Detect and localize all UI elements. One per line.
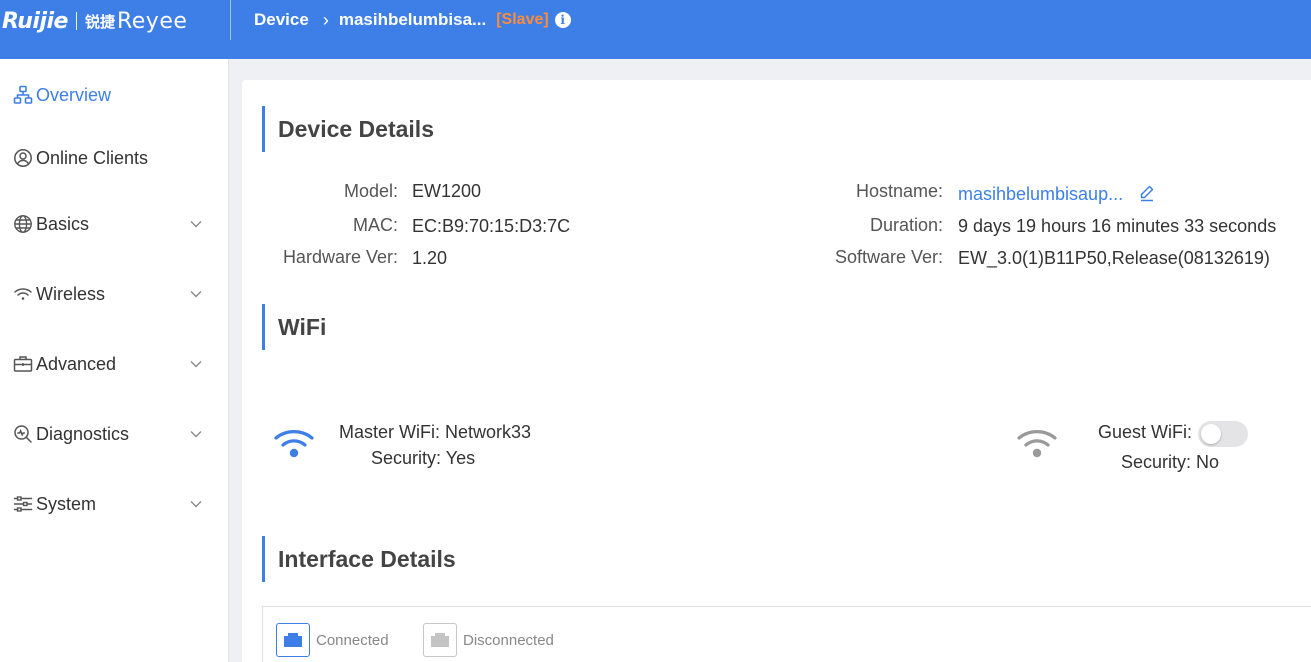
guest-security-row: Security: No [1121, 452, 1219, 473]
breadcrumb: Device › masihbelumbisa... [Slave] i [254, 9, 571, 31]
sidebar-item-overview[interactable]: Overview [0, 77, 229, 113]
wifi-icon [13, 284, 33, 304]
guest-wifi-toggle[interactable] [1198, 421, 1248, 447]
master-security-label: Security: [371, 448, 442, 468]
master-wifi-ssid: Network33 [445, 422, 532, 442]
interface-details-box: Connected Disconnected [262, 606, 1311, 662]
model-value: EW1200 [412, 181, 482, 201]
toggle-knob [1201, 424, 1221, 444]
edit-pencil-icon[interactable] [1138, 184, 1156, 202]
mac-label: MAC: [353, 215, 398, 235]
software-ver-label: Software Ver: [834, 247, 943, 267]
hardware-ver-label: Hardware Ver: [282, 247, 398, 267]
duration-label: Duration: [869, 215, 943, 235]
chevron-down-icon[interactable] [188, 496, 204, 512]
chevron-right-icon: › [322, 9, 329, 30]
sidebar-item-diagnostics[interactable]: Diagnostics [0, 416, 229, 452]
topology-icon [13, 85, 33, 105]
top-header: Ruijie 锐捷 Reyee Device › masihbelumbisa.… [0, 0, 1311, 59]
duration-value: 9 days 19 hours 16 minutes 33 seconds [958, 216, 1277, 236]
master-security-value: Yes [445, 448, 476, 468]
logo-cn: 锐捷 [84, 13, 115, 31]
header-divider [230, 0, 231, 40]
toolbox-icon [13, 354, 33, 374]
user-circle-icon [13, 148, 33, 168]
globe-icon [13, 214, 33, 234]
ethernet-port-connected-icon [276, 623, 310, 657]
sidebar-item-label: Diagnostics [36, 423, 130, 444]
legend-disconnected-label: Disconnected [463, 631, 554, 649]
legend-disconnected: Disconnected [423, 623, 554, 657]
brand-logo: Ruijie 锐捷 Reyee [2, 6, 187, 36]
guest-security-value: No [1196, 452, 1220, 472]
sidebar-item-label: Overview [36, 84, 112, 105]
sidebar-item-label: Wireless [36, 283, 106, 304]
sidebar-item-advanced[interactable]: Advanced [0, 346, 229, 382]
sidebar-item-basics[interactable]: Basics [0, 206, 229, 242]
section-title-interface-details: Interface Details [262, 536, 456, 582]
sidebar-item-label: Online Clients [36, 147, 149, 168]
section-title-wifi: WiFi [262, 304, 326, 350]
section-title-device-details: Device Details [262, 106, 434, 152]
ethernet-port-disconnected-icon [423, 623, 457, 657]
sidebar-item-wireless[interactable]: Wireless [0, 276, 229, 312]
legend-connected: Connected [276, 623, 389, 657]
hostname-label: Hostname: [855, 181, 943, 201]
breadcrumb-device-link[interactable]: Device [254, 10, 309, 30]
sidebar-item-system[interactable]: System [0, 486, 229, 522]
mac-value: EC:B9:70:15:D3:7C [412, 216, 571, 236]
guest-wifi-icon [1015, 426, 1059, 462]
logo-separator [75, 12, 77, 30]
chevron-down-icon[interactable] [188, 286, 204, 302]
software-ver-value: EW_3.0(1)B11P50,Release(08132619) [958, 248, 1270, 268]
sidebar-item-label: System [36, 493, 97, 514]
logo-ruijie: Ruijie [2, 8, 68, 34]
hostname-value[interactable]: masihbelumbisaup... [958, 184, 1123, 205]
master-wifi-row: Master WiFi: Network33 [339, 422, 531, 443]
diagnostics-icon [13, 424, 33, 444]
sliders-icon [13, 494, 33, 514]
guest-security-label: Security: [1121, 452, 1192, 472]
logo-reyee: Reyee [116, 8, 188, 34]
chevron-down-icon[interactable] [188, 356, 204, 372]
master-security-row: Security: Yes [371, 448, 475, 469]
sidebar-item-online-clients[interactable]: Online Clients [0, 140, 229, 176]
main-panel: Device Details Model: EW1200 MAC: EC:B9:… [242, 80, 1311, 662]
model-label: Model: [343, 181, 398, 201]
legend-connected-label: Connected [316, 631, 389, 649]
guest-wifi-label: Guest WiFi: [1098, 422, 1193, 442]
device-role-badge: [Slave] [496, 11, 549, 28]
breadcrumb-device-name: masihbelumbisa... [338, 10, 487, 29]
master-wifi-label: Master WiFi: [339, 422, 440, 442]
sidebar-item-label: Basics [36, 213, 90, 234]
master-wifi-icon [272, 426, 316, 462]
hardware-ver-value: 1.20 [412, 248, 448, 268]
chevron-down-icon[interactable] [188, 426, 204, 442]
info-icon[interactable]: i [554, 12, 571, 28]
chevron-down-icon[interactable] [188, 216, 204, 232]
sidebar-item-label: Advanced [36, 353, 117, 374]
sidebar: Overview Online Clients Basics Wireless … [0, 59, 229, 662]
